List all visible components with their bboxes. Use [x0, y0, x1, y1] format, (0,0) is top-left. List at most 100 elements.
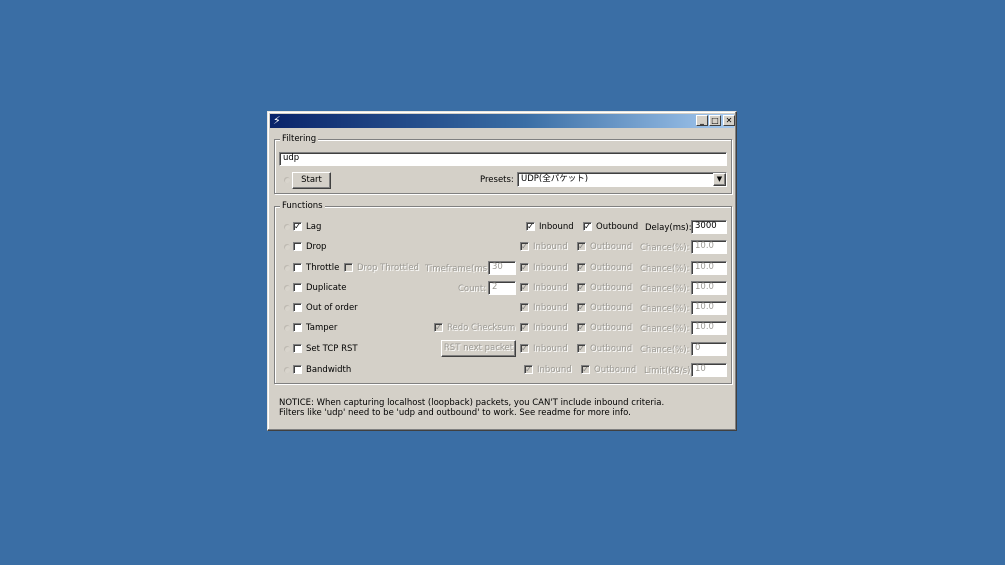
lag-delay-label: Delay(ms):	[645, 223, 692, 233]
duplicate-inbound-checkbox[interactable]: ✓	[520, 283, 529, 292]
lag-outbound-label: Outbound	[596, 222, 639, 232]
lag-inbound-checkbox[interactable]: ✓	[526, 222, 535, 231]
tamper-outbound-label: Outbound	[590, 323, 633, 333]
throttle-inbound-label: Inbound	[533, 263, 568, 273]
drop-chance-label: Chance(%):	[640, 243, 690, 253]
throttle-chance-label: Chance(%):	[640, 264, 690, 274]
bandwidth-checkbox[interactable]	[293, 365, 302, 374]
bandwidth-outbound-label: Outbound	[594, 365, 637, 375]
drop-chance-input[interactable]: 10.0	[691, 240, 727, 254]
duplicate-chance-label: Chance(%):	[640, 284, 690, 294]
minimize-button[interactable]: _	[696, 115, 708, 126]
rst-next-packet-button[interactable]: RST next packet	[441, 340, 516, 357]
functions-group-label: Functions	[280, 201, 325, 212]
set-tcp-rst-label: Set TCP RST	[306, 344, 358, 354]
set-tcp-rst-checkbox[interactable]	[293, 344, 302, 353]
function-indicator	[284, 325, 290, 331]
duplicate-checkbox[interactable]	[293, 283, 302, 292]
drop-throttled-label: Drop Throttled	[357, 263, 419, 273]
set-tcp-rst-inbound-checkbox[interactable]: ✓	[520, 344, 529, 353]
duplicate-chance-input[interactable]: 10.0	[691, 281, 727, 295]
tamper-checkbox[interactable]	[293, 323, 302, 332]
throttle-label: Throttle	[306, 263, 340, 273]
functions-group: Functions ✓ Lag ✓ Inbound ✓ Outbound Del…	[274, 201, 732, 384]
out-of-order-chance-input[interactable]: 10.0	[691, 301, 727, 315]
presets-label: Presets:	[480, 175, 514, 185]
redo-checksum-label: Redo Checksum	[447, 323, 516, 333]
drop-label: Drop	[306, 242, 327, 252]
tamper-chance-label: Chance(%):	[640, 324, 690, 334]
set-tcp-rst-inbound-label: Inbound	[533, 344, 568, 354]
duplicate-outbound-checkbox[interactable]: ✓	[577, 283, 586, 292]
throttle-inbound-checkbox[interactable]: ✓	[520, 263, 529, 272]
tamper-inbound-checkbox[interactable]: ✓	[520, 323, 529, 332]
chevron-down-icon[interactable]: ▼	[713, 173, 726, 186]
function-indicator	[284, 285, 290, 291]
bandwidth-inbound-checkbox[interactable]: ✓	[524, 365, 533, 374]
title-bar[interactable]: ⚡ _ □ ✕	[270, 114, 735, 128]
start-button[interactable]: Start	[292, 172, 331, 189]
tamper-chance-input[interactable]: 10.0	[691, 321, 727, 335]
throttle-timeframe-label: Timeframe(ms):	[425, 264, 494, 274]
close-button[interactable]: ✕	[723, 115, 735, 126]
lag-label: Lag	[306, 222, 322, 232]
duplicate-count-input[interactable]: 2	[488, 281, 516, 295]
presets-select[interactable]: UDP(全パケット) ▼	[517, 172, 727, 187]
set-tcp-rst-chance-input[interactable]: 0	[691, 342, 727, 356]
throttle-chance-input[interactable]: 10.0	[691, 261, 727, 275]
duplicate-inbound-label: Inbound	[533, 283, 568, 293]
throttle-checkbox[interactable]	[293, 263, 302, 272]
function-indicator	[284, 244, 290, 250]
duplicate-outbound-label: Outbound	[590, 283, 633, 293]
drop-outbound-checkbox[interactable]: ✓	[577, 242, 586, 251]
throttle-outbound-label: Outbound	[590, 263, 633, 273]
bandwidth-limit-input[interactable]: 10	[691, 363, 727, 377]
duplicate-label: Duplicate	[306, 283, 347, 293]
function-indicator	[284, 305, 290, 311]
redo-checksum-checkbox[interactable]: ✓	[434, 323, 443, 332]
throttle-outbound-checkbox[interactable]: ✓	[577, 263, 586, 272]
drop-checkbox[interactable]	[293, 242, 302, 251]
lightning-icon: ⚡	[273, 114, 281, 127]
notice-line-1: NOTICE: When capturing localhost (loopba…	[279, 398, 665, 408]
drop-outbound-label: Outbound	[590, 242, 633, 252]
filtering-group: Filtering udp Start Presets: UDP(全パケット) …	[274, 134, 732, 194]
bandwidth-inbound-label: Inbound	[537, 365, 572, 375]
notice-line-2: Filters like 'udp' need to be 'udp and o…	[279, 408, 631, 418]
function-indicator	[284, 265, 290, 271]
set-tcp-rst-outbound-checkbox[interactable]: ✓	[577, 344, 586, 353]
out-of-order-checkbox[interactable]	[293, 303, 302, 312]
filter-input[interactable]: udp	[279, 152, 727, 166]
presets-value: UDP(全パケット)	[521, 174, 589, 184]
bandwidth-outbound-checkbox[interactable]: ✓	[581, 365, 590, 374]
bandwidth-label: Bandwidth	[306, 365, 352, 375]
set-tcp-rst-chance-label: Chance(%):	[640, 345, 690, 355]
lag-inbound-label: Inbound	[539, 222, 574, 232]
out-of-order-label: Out of order	[306, 303, 358, 313]
function-indicator	[284, 346, 290, 352]
tamper-label: Tamper	[306, 323, 338, 333]
out-of-order-outbound-label: Outbound	[590, 303, 633, 313]
out-of-order-outbound-checkbox[interactable]: ✓	[577, 303, 586, 312]
throttle-timeframe-input[interactable]: 30	[488, 261, 516, 275]
drop-inbound-label: Inbound	[533, 242, 568, 252]
out-of-order-chance-label: Chance(%):	[640, 304, 690, 314]
function-indicator	[284, 224, 290, 230]
clumsy-window: ⚡ _ □ ✕ Filtering udp Start Presets: UDP…	[267, 111, 737, 431]
function-indicator	[284, 367, 290, 373]
tamper-inbound-label: Inbound	[533, 323, 568, 333]
tamper-outbound-checkbox[interactable]: ✓	[577, 323, 586, 332]
set-tcp-rst-outbound-label: Outbound	[590, 344, 633, 354]
bandwidth-limit-label: Limit(KB/s):	[644, 366, 694, 376]
drop-inbound-checkbox[interactable]: ✓	[520, 242, 529, 251]
filtering-group-label: Filtering	[280, 134, 319, 145]
duplicate-count-label: Count:	[458, 284, 487, 294]
status-indicator	[284, 177, 290, 183]
lag-outbound-checkbox[interactable]: ✓	[583, 222, 592, 231]
lag-delay-input[interactable]: 3000	[691, 220, 727, 234]
out-of-order-inbound-label: Inbound	[533, 303, 568, 313]
maximize-button[interactable]: □	[709, 115, 721, 126]
lag-checkbox[interactable]: ✓	[293, 222, 302, 231]
drop-throttled-checkbox[interactable]	[344, 263, 353, 272]
out-of-order-inbound-checkbox[interactable]: ✓	[520, 303, 529, 312]
